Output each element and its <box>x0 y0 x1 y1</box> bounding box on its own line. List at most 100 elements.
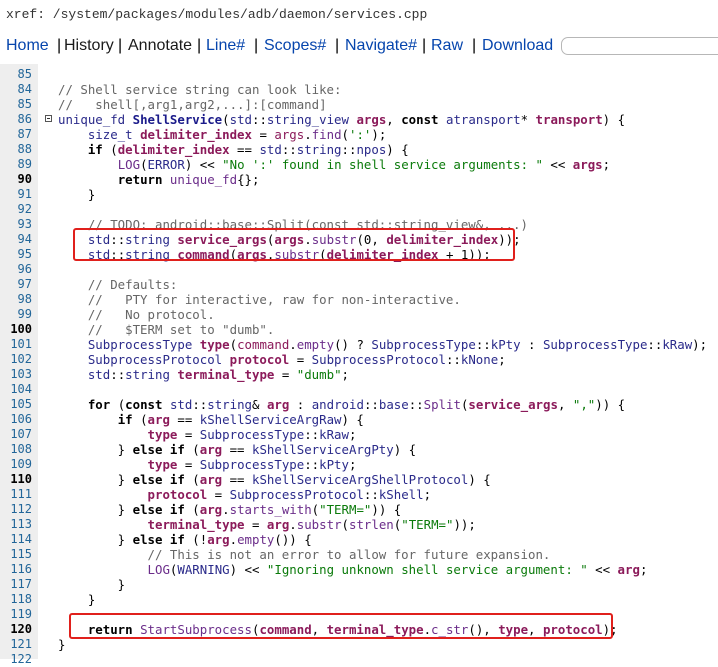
code-line: 98 // PTY for interactive, raw for non-i… <box>0 292 718 307</box>
code-text: if (arg == kShellServiceArgRaw) { <box>117 412 364 427</box>
nav-separator: | <box>335 37 340 54</box>
line-number-link[interactable]: 117 <box>0 577 32 592</box>
code-text: // Shell service string can look like: <box>58 82 342 97</box>
code-text: } <box>58 577 126 592</box>
line-number-link[interactable]: 101 <box>0 337 32 352</box>
code-line: 92 <box>0 202 718 217</box>
line-number-link[interactable]: 95 <box>0 247 32 262</box>
line-number-link[interactable]: 85 <box>0 97 32 112</box>
nav-history-link[interactable]: History <box>64 37 114 55</box>
code-line: 106 if (arg == kShellServiceArgRaw) { <box>0 412 718 427</box>
code-line: 118 } <box>0 592 718 607</box>
code-text: LOG(ERROR) << "No ':' found in shell ser… <box>117 157 611 172</box>
code-text: } <box>58 187 96 202</box>
code-line: 91 } <box>0 187 718 202</box>
line-number-link[interactable]: 118 <box>0 592 32 607</box>
line-number-link[interactable]: 92 <box>0 202 32 217</box>
code-line: 121} <box>0 637 718 652</box>
line-number-link[interactable]: 108 <box>0 442 32 457</box>
code-text: return unique_fd{}; <box>117 172 260 187</box>
line-number-link[interactable]: 114 <box>0 532 32 547</box>
code-text: unique_fd ShellService(std::string_view … <box>58 112 626 127</box>
line-number-link[interactable]: 98 <box>0 292 32 307</box>
line-number-link[interactable]: 116 <box>0 562 32 577</box>
code-line: 108 } else if (arg == kShellServiceArgPt… <box>0 442 718 457</box>
code-line: 109 type = SubprocessType::kPty; <box>0 457 718 472</box>
line-number-link[interactable]: 99 <box>0 307 32 322</box>
highlight-box-service-args <box>73 228 515 261</box>
line-number-link[interactable]: 113 <box>0 517 32 532</box>
code-text: } <box>58 637 66 652</box>
code-line: 103 std::string terminal_type = "dumb"; <box>0 367 718 382</box>
line-number-link[interactable]: 110 <box>0 472 32 487</box>
code-text: type = SubprocessType::kRaw; <box>147 427 357 442</box>
fold-toggle-icon[interactable] <box>45 115 52 122</box>
nav-annotate-link[interactable]: Annotate <box>128 37 192 55</box>
line-number-link[interactable]: 84 <box>0 82 32 97</box>
code-text: } <box>58 592 96 607</box>
code-line: 122 <box>0 652 718 667</box>
code-line: 89 LOG(ERROR) << "No ':' found in shell … <box>0 157 718 172</box>
file-path-title: xref: /system/packages/modules/adb/daemo… <box>0 0 718 30</box>
code-text: for (const std::string& arg : android::b… <box>87 397 626 412</box>
line-number-link[interactable]: 119 <box>0 607 32 622</box>
nav-separator: | <box>472 37 477 54</box>
nav-separator: | <box>254 37 259 54</box>
code-line: 90 return unique_fd{}; <box>0 172 718 187</box>
line-number-link[interactable]: 122 <box>0 652 32 667</box>
code-line: 102 SubprocessProtocol protocol = Subpro… <box>0 352 718 367</box>
code-line: 84 // Shell service string can look like: <box>0 82 718 97</box>
code-text: // $TERM set to "dumb". <box>87 322 275 337</box>
code-line: 105 for (const std::string& arg : androi… <box>0 397 718 412</box>
line-number-link[interactable]: 87 <box>0 127 32 142</box>
line-number-link[interactable]: 115 <box>0 547 32 562</box>
line-number-link[interactable]: 104 <box>0 382 32 397</box>
nav-scopes-link[interactable]: Scopes# <box>264 37 326 55</box>
code-text: } else if (!arg.empty()) { <box>58 532 312 547</box>
code-line: 115 // This is not an error to allow for… <box>0 547 718 562</box>
code-line: 116 LOG(WARNING) << "Ignoring unknown sh… <box>0 562 718 577</box>
line-number-link[interactable]: 94 <box>0 232 32 247</box>
line-number-link[interactable]: 109 <box>0 457 32 472</box>
line-number-link[interactable]: 111 <box>0 487 32 502</box>
nav-separator: | <box>197 37 202 54</box>
code-text: terminal_type = arg.substr(strlen("TERM=… <box>147 517 476 532</box>
code-text: protocol = SubprocessProtocol::kShell; <box>147 487 432 502</box>
line-number-link[interactable]: 85 <box>0 67 32 82</box>
line-number-link[interactable]: 100 <box>0 322 32 337</box>
code-line: 104 <box>0 382 718 397</box>
code-text: SubprocessType type(command.empty() ? Su… <box>87 337 708 352</box>
code-text: std::string terminal_type = "dumb"; <box>87 367 349 382</box>
line-number-link[interactable]: 89 <box>0 157 32 172</box>
line-number-link[interactable]: 112 <box>0 502 32 517</box>
code-line: 113 terminal_type = arg.substr(strlen("T… <box>0 517 718 532</box>
code-line: 114 } else if (!arg.empty()) { <box>0 532 718 547</box>
line-number-link[interactable]: 86 <box>0 112 32 127</box>
line-number-link[interactable]: 107 <box>0 427 32 442</box>
line-number-link[interactable]: 88 <box>0 142 32 157</box>
line-number-link[interactable]: 121 <box>0 637 32 652</box>
line-number-link[interactable]: 93 <box>0 217 32 232</box>
code-text: // This is not an error to allow for fut… <box>147 547 551 562</box>
line-number-link[interactable]: 90 <box>0 172 32 187</box>
line-number-link[interactable]: 96 <box>0 262 32 277</box>
line-number-link[interactable]: 105 <box>0 397 32 412</box>
search-input[interactable] <box>561 37 718 55</box>
line-number-link[interactable]: 120 <box>0 622 32 637</box>
line-number-link[interactable]: 102 <box>0 352 32 367</box>
file-path-text: xref: /system/packages/modules/adb/daemo… <box>6 7 428 22</box>
nav-raw-link[interactable]: Raw <box>431 37 463 55</box>
nav-home-link[interactable]: Home <box>6 37 49 55</box>
nav-line-link[interactable]: Line# <box>206 37 245 55</box>
line-number-link[interactable]: 103 <box>0 367 32 382</box>
code-line: 112 } else if (arg.starts_with("TERM="))… <box>0 502 718 517</box>
line-number-link[interactable]: 97 <box>0 277 32 292</box>
nav-navigate-link[interactable]: Navigate# <box>345 37 417 55</box>
code-line: 85 // shell[,arg1,arg2,...]:[command] <box>0 97 718 112</box>
code-text: LOG(WARNING) << "Ignoring unknown shell … <box>147 562 648 577</box>
line-number-link[interactable]: 106 <box>0 412 32 427</box>
line-number-link[interactable]: 91 <box>0 187 32 202</box>
code-text: } else if (arg == kShellServiceArgPty) { <box>58 442 417 457</box>
code-text: // shell[,arg1,arg2,...]:[command] <box>58 97 327 112</box>
nav-download-link[interactable]: Download <box>482 37 553 55</box>
